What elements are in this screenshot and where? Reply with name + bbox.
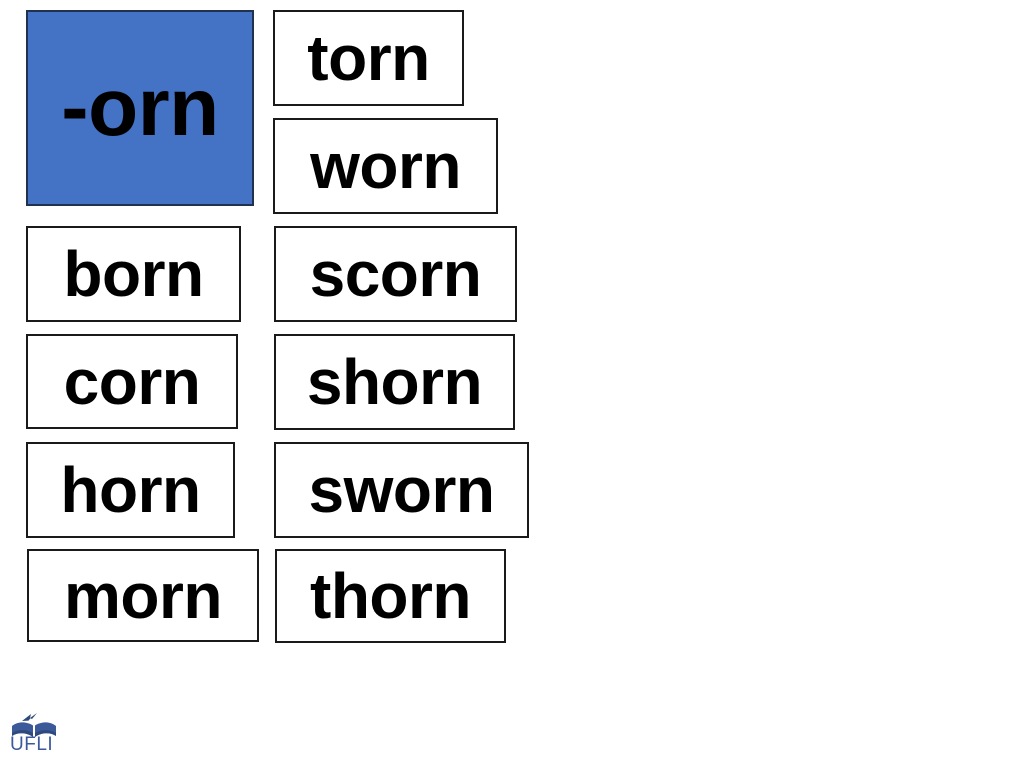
word-card-label: shorn [306, 346, 483, 418]
word-card-morn[interactable]: morn [27, 549, 259, 642]
rime-card-orn[interactable]: -orn [26, 10, 254, 206]
word-card-label: morn [64, 559, 223, 632]
word-card-torn[interactable]: torn [273, 10, 464, 106]
word-card-label: thorn [310, 560, 472, 632]
word-card-thorn[interactable]: thorn [275, 549, 506, 643]
word-card-label: horn [60, 454, 201, 526]
word-card-label: born [63, 238, 204, 310]
word-card-worn[interactable]: worn [273, 118, 498, 214]
word-card-scorn[interactable]: scorn [274, 226, 517, 322]
word-card-sworn[interactable]: sworn [274, 442, 529, 538]
word-card-label: torn [307, 22, 430, 94]
ufli-wordmark: UFLI [10, 734, 54, 755]
rime-card-label: -orn [61, 62, 219, 153]
slide-canvas: -orn torn worn born scorn corn shorn hor… [0, 0, 1024, 768]
bird-swoosh-icon [22, 713, 37, 721]
word-card-label: scorn [309, 238, 482, 310]
word-card-shorn[interactable]: shorn [274, 334, 515, 430]
word-card-corn[interactable]: corn [26, 334, 238, 429]
word-card-label: corn [63, 345, 201, 418]
word-card-born[interactable]: born [26, 226, 241, 322]
word-card-label: sworn [308, 454, 495, 526]
word-card-horn[interactable]: horn [26, 442, 235, 538]
word-card-label: worn [310, 130, 461, 202]
